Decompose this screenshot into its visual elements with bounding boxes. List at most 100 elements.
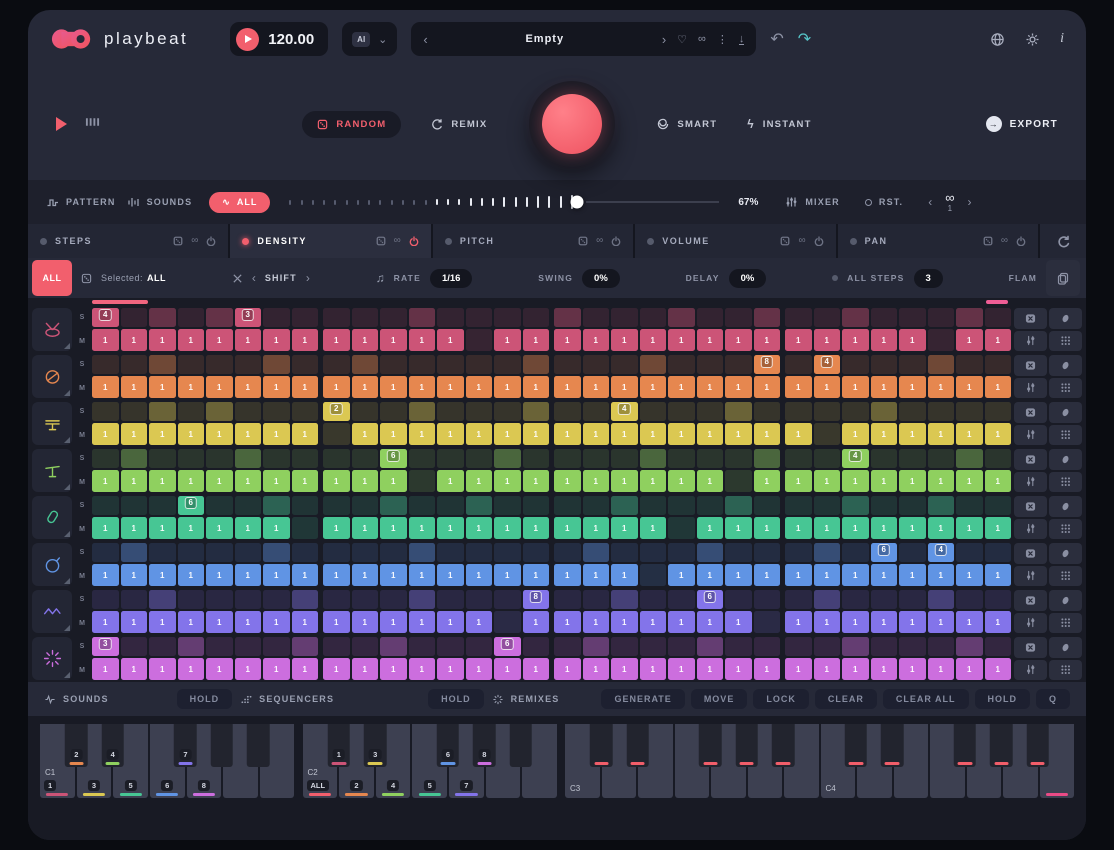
density-step-cell[interactable] [754, 402, 781, 421]
density-step-cell[interactable] [611, 496, 638, 515]
black-key[interactable] [509, 724, 532, 767]
density-step-cell[interactable] [352, 543, 379, 562]
density-step-cell[interactable] [466, 402, 493, 421]
loop-prev-button[interactable]: ‹ [928, 195, 932, 209]
step-cell[interactable]: 1 [899, 329, 926, 351]
track-expand-handle[interactable] [64, 437, 70, 443]
step-cell[interactable]: 1 [206, 423, 233, 445]
loop-preset-icon[interactable]: ∞ [698, 33, 706, 45]
tab-volume[interactable]: VOLUME∞ [635, 224, 835, 258]
density-step-cell[interactable] [121, 590, 148, 609]
step-cell[interactable]: 1 [380, 329, 407, 351]
density-step-cell[interactable] [466, 355, 493, 374]
density-step-cell[interactable] [380, 402, 407, 421]
step-cell[interactable]: 1 [554, 658, 581, 680]
step-cell[interactable]: 1 [611, 564, 638, 586]
step-cell[interactable]: 1 [352, 470, 379, 492]
step-cell[interactable]: 1 [466, 517, 493, 539]
density-step-cell[interactable] [611, 355, 638, 374]
step-cell[interactable]: 1 [956, 423, 983, 445]
black-key[interactable]: 1 [328, 724, 351, 767]
step-cell[interactable]: 1 [494, 517, 521, 539]
density-step-cell[interactable] [292, 449, 319, 468]
step-cell[interactable]: 1 [235, 423, 262, 445]
step-cell[interactable]: 1 [754, 564, 781, 586]
step-cell[interactable]: 1 [380, 470, 407, 492]
step-cell[interactable]: 1 [437, 329, 464, 351]
density-step-cell[interactable] [814, 590, 841, 609]
step-cell[interactable] [814, 423, 841, 445]
wave-icon[interactable] [32, 590, 72, 633]
density-step-cell[interactable] [725, 590, 752, 609]
density-step-cell[interactable] [814, 449, 841, 468]
step-cell[interactable]: 1 [323, 376, 350, 398]
step-cell[interactable]: 1 [554, 517, 581, 539]
step-cell[interactable]: 1 [292, 611, 319, 633]
step-cell[interactable]: 1 [814, 470, 841, 492]
step-cell[interactable]: 1 [668, 329, 695, 351]
step-cell[interactable]: 1 [92, 329, 119, 351]
step-cell[interactable]: 1 [92, 376, 119, 398]
density-step-cell[interactable] [899, 449, 926, 468]
step-cell[interactable]: 1 [899, 517, 926, 539]
density-step-cell[interactable] [149, 308, 176, 327]
track-pattern-button[interactable] [1049, 613, 1082, 634]
density-step-cell[interactable] [292, 637, 319, 656]
density-step-cell[interactable] [899, 308, 926, 327]
step-cell[interactable]: 1 [554, 376, 581, 398]
main-trigger-core[interactable] [542, 94, 602, 154]
step-cell[interactable]: 1 [583, 376, 610, 398]
step-cell[interactable]: 1 [380, 517, 407, 539]
density-step-cell[interactable] [206, 543, 233, 562]
step-cell[interactable]: 1 [92, 564, 119, 586]
step-cell[interactable]: 1 [121, 611, 148, 633]
clear-track-button[interactable] [1014, 496, 1047, 517]
density-step-cell[interactable] [899, 402, 926, 421]
density-step-cell[interactable] [725, 308, 752, 327]
step-cell[interactable]: 1 [206, 470, 233, 492]
step-cell[interactable]: 1 [814, 329, 841, 351]
density-step-cell[interactable] [583, 590, 610, 609]
step-cell[interactable]: 1 [409, 423, 436, 445]
density-step-cell[interactable] [292, 402, 319, 421]
swing-value[interactable]: 0% [582, 269, 620, 288]
density-step-cell[interactable] [437, 402, 464, 421]
step-cell[interactable]: 1 [785, 611, 812, 633]
step-cell[interactable]: 1 [697, 658, 724, 680]
step-cell[interactable]: 1 [785, 564, 812, 586]
density-step-cell[interactable] [523, 637, 550, 656]
step-cell[interactable]: 1 [725, 423, 752, 445]
density-step-cell[interactable] [235, 402, 262, 421]
smart-button[interactable]: SMART [657, 118, 717, 130]
density-step-cell[interactable] [437, 543, 464, 562]
density-step-cell[interactable] [697, 402, 724, 421]
density-step-cell[interactable] [668, 543, 695, 562]
density-step-cell[interactable] [583, 449, 610, 468]
step-cell[interactable]: 1 [842, 376, 869, 398]
density-step-cell[interactable] [206, 355, 233, 374]
density-step-cell[interactable]: 6 [380, 449, 407, 468]
density-step-cell[interactable] [523, 496, 550, 515]
cymbal-icon[interactable] [32, 449, 72, 492]
step-cell[interactable]: 1 [640, 423, 667, 445]
step-cell[interactable]: 1 [323, 658, 350, 680]
black-key[interactable] [772, 724, 795, 767]
density-step-cell[interactable] [121, 308, 148, 327]
play-icon[interactable] [56, 117, 67, 131]
density-step-cell[interactable] [842, 496, 869, 515]
density-step-cell[interactable] [985, 496, 1012, 515]
step-cell[interactable]: 1 [928, 376, 955, 398]
step-cell[interactable]: 1 [437, 611, 464, 633]
step-cell[interactable]: 1 [842, 658, 869, 680]
density-step-cell[interactable] [323, 355, 350, 374]
density-step-cell[interactable] [437, 590, 464, 609]
density-step-cell[interactable] [352, 496, 379, 515]
density-step-cell[interactable] [956, 402, 983, 421]
power-icon[interactable] [206, 236, 216, 246]
step-cell[interactable]: 1 [842, 517, 869, 539]
step-cell[interactable] [640, 564, 667, 586]
density-step-cell[interactable] [235, 543, 262, 562]
density-step-cell[interactable] [149, 590, 176, 609]
step-cell[interactable]: 1 [956, 564, 983, 586]
density-step-cell[interactable] [814, 543, 841, 562]
